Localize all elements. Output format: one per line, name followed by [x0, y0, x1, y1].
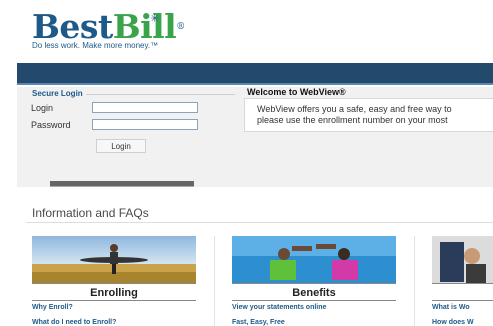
third-column-image [432, 236, 493, 284]
what-is-link[interactable]: What is Wo [432, 304, 470, 311]
column-separator [214, 236, 215, 326]
welcome-line-2: please use the enrollment number on your… [257, 114, 448, 125]
login-label: Login [31, 103, 54, 113]
view-statements-link[interactable]: View your statements online [232, 304, 326, 311]
welcome-line-1: WebView offers you a safe, easy and free… [257, 104, 452, 114]
login-divider-bar [50, 181, 194, 187]
enrolling-image [32, 236, 196, 284]
info-divider [26, 222, 493, 223]
what-need-enroll-link[interactable]: What do I need to Enroll? [32, 319, 116, 326]
info-title: Information and FAQs [32, 206, 149, 220]
welcome-text: WebView offers you a safe, easy and free… [257, 104, 452, 125]
logo-star-icon: ✳ [150, 13, 160, 25]
password-label: Password [31, 120, 71, 130]
login-button[interactable]: Login [96, 139, 146, 153]
fast-easy-free-link[interactable]: Fast, Easy, Free [232, 319, 285, 326]
how-does-link[interactable]: How does W [432, 319, 474, 326]
logo-registered-mark: ® [176, 22, 185, 32]
benefits-heading: Benefits [232, 283, 396, 301]
header-bar [17, 63, 493, 85]
welcome-title: Welcome to WebView® [247, 87, 346, 97]
column-separator-2 [414, 236, 415, 326]
login-legend-line [73, 94, 235, 95]
secure-login-legend: Secure Login [32, 89, 86, 98]
password-input[interactable] [92, 119, 198, 130]
third-column-heading [432, 283, 493, 301]
welcome-box: WebView offers you a safe, easy and free… [244, 98, 493, 132]
login-input[interactable] [92, 102, 198, 113]
benefits-image [232, 236, 396, 284]
enrolling-heading: Enrolling [32, 283, 196, 301]
why-enroll-link[interactable]: Why Enroll? [32, 304, 73, 311]
bestbill-logo: BestBill® ✳ Do less work. Make more mone… [32, 10, 185, 51]
